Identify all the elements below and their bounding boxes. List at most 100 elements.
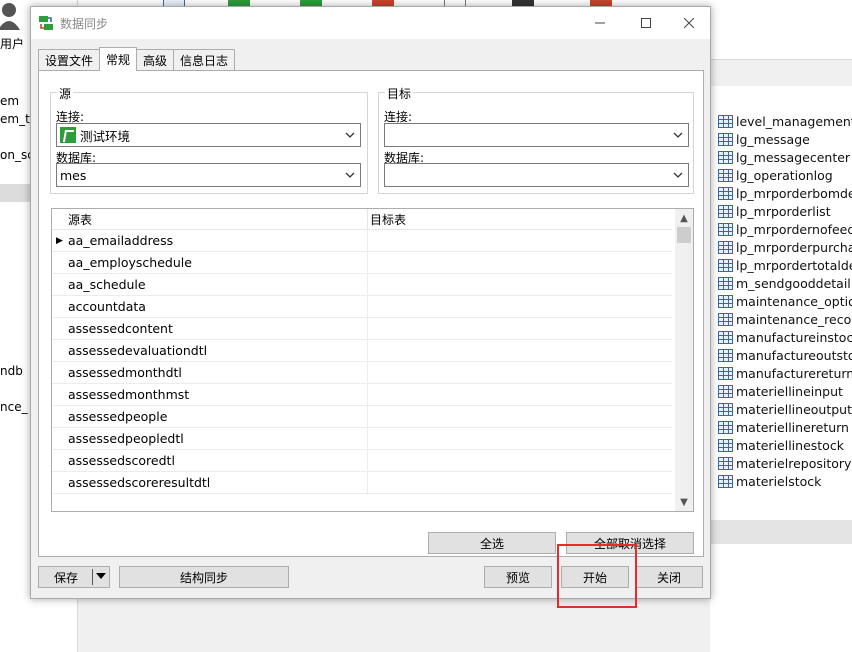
source-table-cell[interactable]: assessedevaluationdtl — [67, 340, 368, 361]
target-database-select[interactable] — [384, 163, 689, 187]
table-list-item[interactable]: lp_mrporderlist — [718, 202, 852, 220]
table-list-item[interactable]: level_management — [718, 112, 852, 130]
source-table-cell[interactable]: assessedpeopledtl — [67, 428, 368, 449]
grid-vertical-scrollbar[interactable]: ▲ ▼ — [675, 209, 693, 511]
user-label[interactable]: 用户 — [0, 35, 24, 52]
tab-advanced[interactable]: 高级 — [136, 49, 175, 71]
scrollbar-thumb[interactable] — [677, 227, 691, 243]
save-split-button[interactable]: 保存 — [38, 566, 110, 588]
table-row[interactable]: ▶ aa_emailaddress — [52, 230, 672, 252]
source-database-select[interactable]: mes — [56, 163, 361, 187]
preview-button[interactable]: 预览 — [484, 566, 552, 588]
table-list-item[interactable]: lp_mrporderbomde — [718, 184, 852, 202]
target-table-cell[interactable] — [368, 384, 672, 405]
table-list-item[interactable]: m_sendgooddetail — [718, 274, 852, 292]
table-list-item[interactable]: materiellineoutput — [718, 400, 852, 418]
source-table-cell[interactable]: assessedpeople — [67, 406, 368, 427]
table-list-item[interactable]: lg_messagecenter — [718, 148, 852, 166]
dropdown-arrow-icon[interactable] — [96, 573, 106, 579]
tree-item[interactable]: ndb — [0, 364, 23, 378]
table-list-item[interactable]: manufacturereturn — [718, 364, 852, 382]
source-connection-select[interactable]: 测试环境 — [56, 123, 361, 147]
user-avatar-icon[interactable] — [0, 2, 20, 30]
table-icon — [718, 222, 733, 236]
table-list-item[interactable]: materiellinereturn — [718, 418, 852, 436]
tree-item[interactable]: on_sc — [0, 148, 34, 162]
table-row[interactable]: assessedevaluationdtl — [52, 340, 672, 362]
column-header-target[interactable]: 目标表 — [368, 209, 672, 229]
chevron-down-icon — [345, 132, 355, 138]
table-icon — [718, 384, 733, 398]
target-table-cell[interactable] — [368, 450, 672, 471]
table-list-item[interactable]: maintenance_record — [718, 310, 852, 328]
table-row[interactable]: assessedpeopledtl — [52, 428, 672, 450]
table-list-item[interactable]: materielstock — [718, 472, 852, 490]
table-icon — [718, 402, 733, 416]
close-window-button[interactable] — [666, 7, 712, 39]
table-row[interactable]: assessedscoreresultdtl — [52, 472, 672, 494]
dialog-titlebar[interactable]: 数据同步 — [31, 7, 710, 39]
target-table-cell[interactable] — [368, 362, 672, 383]
table-row[interactable]: accountdata — [52, 296, 672, 318]
source-table-cell[interactable]: assessedmonthmst — [67, 384, 368, 405]
tab-settings-file[interactable]: 设置文件 — [38, 49, 101, 71]
target-group-title: 目标 — [385, 85, 414, 102]
tab-general[interactable]: 常规 — [99, 47, 138, 71]
table-list-item[interactable]: lp_mrporderpurchas — [718, 238, 852, 256]
table-row[interactable]: assessedpeople — [52, 406, 672, 428]
source-table-cell[interactable]: accountdata — [67, 296, 368, 317]
table-row[interactable]: assessedmonthmst — [52, 384, 672, 406]
select-all-button[interactable]: 全选 — [428, 532, 556, 554]
table-row[interactable]: aa_schedule — [52, 274, 672, 296]
table-list: level_management lg_message lg_messagece… — [718, 112, 852, 490]
source-table-cell[interactable]: assessedscoredtl — [67, 450, 368, 471]
tab-message-log[interactable]: 信息日志 — [173, 49, 236, 71]
table-row[interactable]: aa_employschedule — [52, 252, 672, 274]
maximize-button[interactable] — [623, 7, 669, 39]
table-list-item[interactable]: lg_message — [718, 130, 852, 148]
table-list-item[interactable]: manufactureoutstoc — [718, 346, 852, 364]
target-connection-select[interactable] — [384, 123, 689, 147]
target-table-cell[interactable] — [368, 340, 672, 361]
target-group: 目标 连接: 数据库: — [378, 85, 694, 194]
structure-sync-button[interactable]: 结构同步 — [119, 566, 289, 588]
table-icon — [718, 168, 733, 182]
column-header-source[interactable]: 源表 — [67, 209, 368, 229]
chevron-down-icon — [673, 132, 683, 138]
target-table-cell[interactable] — [368, 318, 672, 339]
target-table-cell[interactable] — [368, 406, 672, 427]
source-table-cell[interactable]: aa_employschedule — [67, 252, 368, 273]
scroll-up-icon[interactable]: ▲ — [675, 209, 693, 227]
close-button[interactable]: 关闭 — [635, 566, 703, 588]
table-list-item[interactable]: maintenance_option — [718, 292, 852, 310]
table-list-item[interactable]: manufactureinstock — [718, 328, 852, 346]
minimize-button[interactable] — [577, 7, 623, 39]
target-table-cell[interactable] — [368, 296, 672, 317]
table-list-item[interactable]: lg_operationlog — [718, 166, 852, 184]
target-table-cell[interactable] — [368, 472, 672, 493]
target-table-cell[interactable] — [368, 274, 672, 295]
table-list-item[interactable]: materiellineinput — [718, 382, 852, 400]
chevron-down-icon — [345, 172, 355, 178]
table-row[interactable]: assessedcontent — [52, 318, 672, 340]
source-table-cell[interactable]: assessedcontent — [67, 318, 368, 339]
scroll-down-icon[interactable]: ▼ — [675, 493, 693, 511]
table-list-item[interactable]: materiellinestock — [718, 436, 852, 454]
source-table-cell[interactable]: aa_emailaddress — [67, 230, 368, 251]
tree-item[interactable]: em — [0, 94, 19, 108]
table-list-item[interactable]: lp_mrpordernofeed — [718, 220, 852, 238]
table-row[interactable]: assessedmonthdtl — [52, 362, 672, 384]
table-list-item[interactable]: materielrepository — [718, 454, 852, 472]
target-table-cell[interactable] — [368, 428, 672, 449]
target-table-cell[interactable] — [368, 252, 672, 273]
table-list-item[interactable]: lp_mrpordertotaldet — [718, 256, 852, 274]
source-table-cell[interactable]: aa_schedule — [67, 274, 368, 295]
target-table-cell[interactable] — [368, 230, 672, 251]
table-row[interactable]: assessedscoredtl — [52, 450, 672, 472]
source-table-cell[interactable]: assessedmonthdtl — [67, 362, 368, 383]
dialog-title: 数据同步 — [60, 17, 109, 31]
tree-item[interactable]: nce_ — [0, 400, 28, 414]
table-icon — [718, 474, 733, 488]
source-table-cell[interactable]: assessedscoreresultdtl — [67, 472, 368, 493]
close-icon — [684, 18, 694, 28]
